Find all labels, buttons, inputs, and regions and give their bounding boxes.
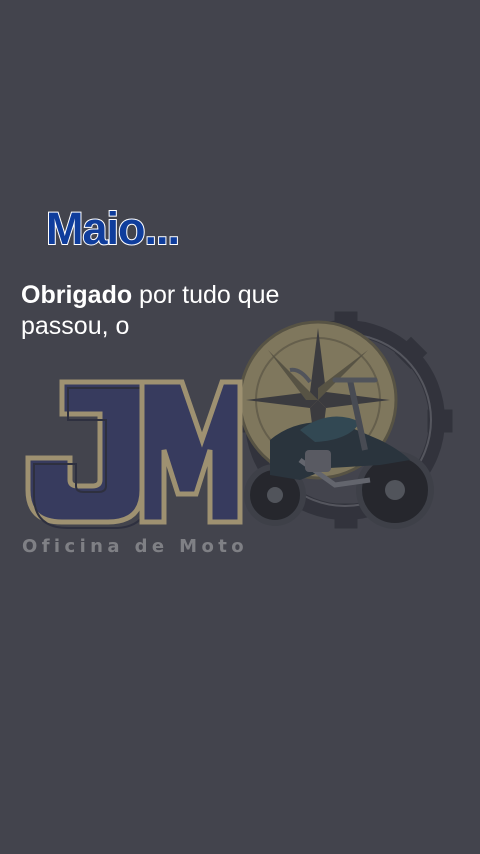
caption-body: Obrigado por tudo que passou, o	[21, 280, 351, 342]
logo-letters	[25, 379, 243, 529]
logo-tagline: Oficina de Moto	[22, 536, 248, 557]
video-frame: Oficina de Moto Maio... Obrigado por tud…	[0, 0, 480, 854]
caption-title: Maio...	[45, 203, 181, 254]
caption-body-bold: Obrigado	[21, 281, 133, 309]
